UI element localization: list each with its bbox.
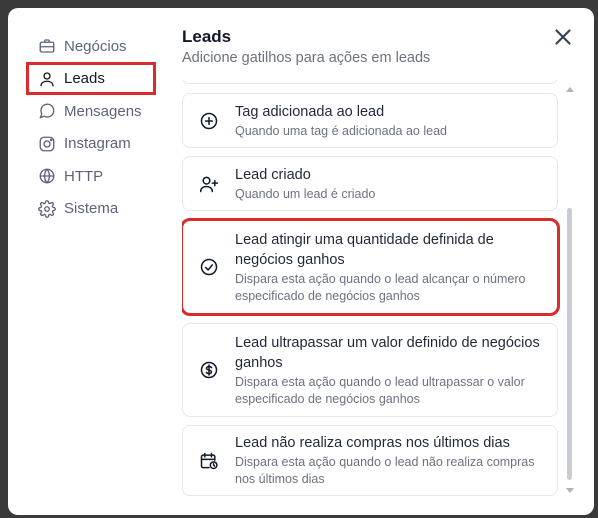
sidebar-item-label: Leads xyxy=(64,70,105,88)
scrollbar-thumb[interactable] xyxy=(567,208,572,480)
trigger-description: Dispara esta ação quando o lead ultrapas… xyxy=(235,374,525,406)
trigger-title: Lead ultrapassar um valor definido de ne… xyxy=(235,334,540,371)
page-title: Leads xyxy=(182,27,232,46)
sidebar-item-label: HTTP xyxy=(64,167,104,185)
close-icon xyxy=(550,24,576,50)
globe-icon xyxy=(38,167,64,185)
sidebar-item-leads[interactable]: Leads xyxy=(26,61,176,96)
trigger-title: Lead atingir uma quantidade definida de … xyxy=(235,231,494,268)
trigger-card-won-deals-value[interactable]: Lead ultrapassar um valor definido de ne… xyxy=(182,323,558,417)
dollar-circle-icon xyxy=(183,360,235,380)
check-circle-icon xyxy=(183,257,235,277)
trigger-card-lead-created[interactable]: Lead criado Quando um lead é criado xyxy=(182,156,558,211)
scrollbar[interactable] xyxy=(566,86,574,496)
sidebar-item-sistema[interactable]: Sistema xyxy=(26,193,176,226)
trigger-card-won-deals-count[interactable]: Lead atingir uma quantidade definida de … xyxy=(182,218,560,316)
trigger-title: Lead não realiza compras nos últimos dia… xyxy=(235,435,510,451)
list-item[interactable] xyxy=(182,80,558,84)
trigger-card-tag-added[interactable]: Tag adicionada ao lead Quando uma tag é … xyxy=(182,93,558,148)
trigger-description: Dispara esta ação quando o lead não real… xyxy=(235,455,535,486)
instagram-icon xyxy=(38,135,64,153)
scroll-down-arrow-icon[interactable] xyxy=(566,488,574,494)
plus-circle-icon xyxy=(183,111,235,131)
user-icon xyxy=(38,70,64,88)
close-button[interactable] xyxy=(550,24,576,50)
sidebar: Negócios Leads Mensagens Instagram HTTP xyxy=(26,30,176,225)
sidebar-item-instagram[interactable]: Instagram xyxy=(26,128,176,161)
sidebar-item-mensagens[interactable]: Mensagens xyxy=(26,95,176,128)
dialog: Negócios Leads Mensagens Instagram HTTP xyxy=(8,8,594,515)
page-subtitle: Adicione gatilhos para ações em leads xyxy=(182,50,431,66)
trigger-description: Quando um lead é criado xyxy=(235,186,376,201)
sidebar-item-label: Mensagens xyxy=(64,102,142,120)
trigger-card-no-purchases[interactable]: Lead não realiza compras nos últimos dia… xyxy=(182,425,558,496)
trigger-description: Dispara esta ação quando o lead alcançar… xyxy=(235,271,526,303)
trigger-title: Lead criado xyxy=(235,166,311,183)
sidebar-item-label: Instagram xyxy=(64,135,131,153)
user-plus-icon xyxy=(183,174,235,194)
gear-icon xyxy=(38,199,64,218)
sidebar-item-http[interactable]: HTTP xyxy=(26,160,176,193)
sidebar-item-label: Negócios xyxy=(64,37,127,55)
sidebar-item-label: Sistema xyxy=(64,200,119,218)
trigger-title: Tag adicionada ao lead xyxy=(235,103,385,120)
message-circle-icon xyxy=(38,102,64,120)
trigger-description: Quando uma tag é adicionada ao lead xyxy=(235,123,447,138)
sidebar-item-negocios[interactable]: Negócios xyxy=(26,30,176,63)
trigger-list[interactable]: Tag adicionada ao lead Quando uma tag é … xyxy=(182,80,588,500)
calendar-clock-icon xyxy=(183,451,235,471)
scroll-up-arrow-icon[interactable] xyxy=(566,86,574,92)
briefcase-icon xyxy=(38,37,64,55)
